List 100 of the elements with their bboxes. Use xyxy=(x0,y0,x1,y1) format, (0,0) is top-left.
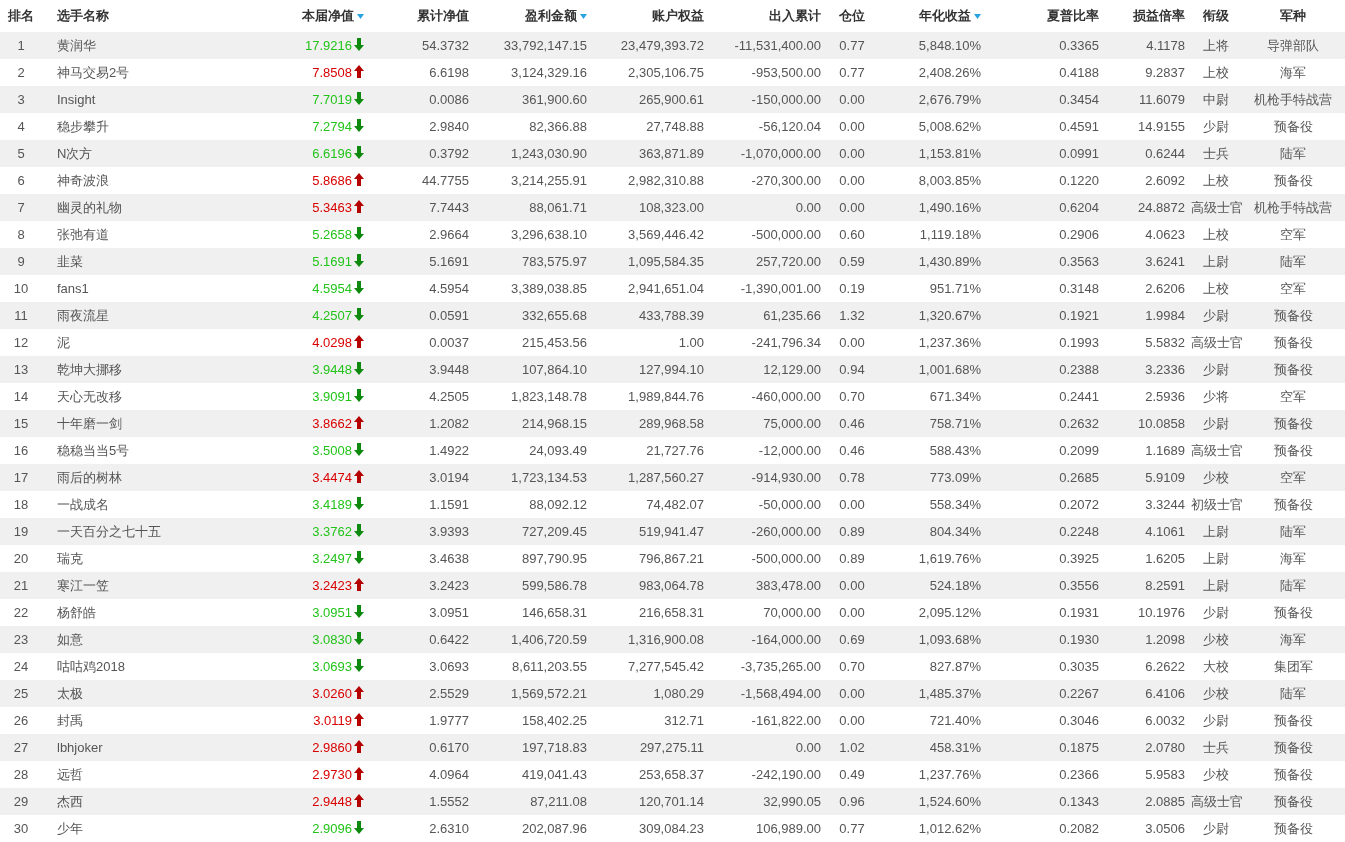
table-cell: 0.4188 xyxy=(1059,64,1099,80)
table-cell: 0.1930 xyxy=(1059,631,1099,647)
table-cell: 0.2072 xyxy=(1059,496,1099,512)
table-cell: 2.6092 xyxy=(1145,172,1185,188)
table-cell: -3,735,265.00 xyxy=(740,658,821,674)
rank: 13 xyxy=(13,361,29,377)
net-value: 3.9091 xyxy=(312,388,352,404)
column-header[interactable]: 年化收益 xyxy=(919,8,971,24)
player-name: 瑞克 xyxy=(57,550,83,566)
table-cell: 空军 xyxy=(1280,226,1306,242)
net-value: 2.9730 xyxy=(312,766,352,782)
net-value: 3.4189 xyxy=(312,496,352,512)
player-name: 幽灵的礼物 xyxy=(57,199,122,215)
table-cell: 202,087.96 xyxy=(521,820,587,836)
table-cell: 6.2622 xyxy=(1145,658,1185,674)
table-cell: 士兵 xyxy=(1203,145,1229,161)
table-cell: 预备役 xyxy=(1273,172,1313,188)
table-cell: 2.0885 xyxy=(1145,793,1185,809)
table-cell: -460,000.00 xyxy=(751,388,821,404)
table-cell: 士兵 xyxy=(1203,739,1229,755)
table-cell: 758.71% xyxy=(929,415,981,431)
rank: 12 xyxy=(13,334,29,350)
table-cell: 2.5936 xyxy=(1145,388,1185,404)
table-cell: 少尉 xyxy=(1203,712,1229,728)
table-cell: 0.78 xyxy=(839,469,865,485)
table-cell: 1.5552 xyxy=(429,793,469,809)
table-cell: 初级士官 xyxy=(1191,496,1243,512)
table-cell: 721.40% xyxy=(929,712,981,728)
sort-triangle-icon[interactable] xyxy=(357,14,364,20)
table-cell: 3,569,446.42 xyxy=(628,226,704,242)
column-header: 账户权益 xyxy=(652,8,704,24)
table-cell: -260,000.00 xyxy=(751,523,821,539)
table-cell: 9.2837 xyxy=(1145,64,1185,80)
table-cell: 257,720.00 xyxy=(755,253,821,269)
rank: 2 xyxy=(17,64,25,80)
table-cell: 0.00 xyxy=(839,91,865,107)
table-cell: 少尉 xyxy=(1203,604,1229,620)
net-value: 3.0951 xyxy=(312,604,352,620)
table-cell: 10.0858 xyxy=(1138,415,1185,431)
table-cell: 0.00 xyxy=(839,604,865,620)
table-cell: 0.00 xyxy=(839,577,865,593)
column-header: 出入累计 xyxy=(769,8,821,24)
table-cell: 1,095,584.35 xyxy=(628,253,704,269)
table-cell: 0.0086 xyxy=(429,91,469,107)
table-cell: 0.1220 xyxy=(1059,172,1099,188)
net-value: 3.2497 xyxy=(312,550,352,566)
table-cell: 4.0964 xyxy=(429,766,469,782)
net-value: 3.3762 xyxy=(312,523,352,539)
table-cell: 预备役 xyxy=(1273,820,1313,836)
table-cell: 332,655.68 xyxy=(521,307,587,323)
column-header: 选手名称 xyxy=(57,8,109,24)
table-cell: 导弹部队 xyxy=(1267,37,1319,53)
table-cell: 高级士官 xyxy=(1191,199,1243,215)
column-header: 夏普比率 xyxy=(1047,8,1099,24)
table-cell: 1.9984 xyxy=(1145,307,1185,323)
net-value: 5.3463 xyxy=(312,199,352,215)
table-cell: 0.3563 xyxy=(1059,253,1099,269)
column-header: 仓位 xyxy=(839,8,865,24)
table-cell: 0.2099 xyxy=(1059,442,1099,458)
table-cell: 0.1875 xyxy=(1059,739,1099,755)
net-value: 5.2658 xyxy=(312,226,352,242)
table-cell: 3.0506 xyxy=(1145,820,1185,836)
table-cell: 1,237.36% xyxy=(918,334,981,350)
table-cell: 289,968.58 xyxy=(638,415,704,431)
table-cell: 2.5529 xyxy=(429,685,469,701)
table-cell: 少校 xyxy=(1203,469,1229,485)
table-cell: 陆军 xyxy=(1280,145,1306,161)
table-cell: 558.34% xyxy=(929,496,981,512)
net-value: 3.2423 xyxy=(312,577,352,593)
table-cell: 1,320.67% xyxy=(918,307,981,323)
net-value: 2.9448 xyxy=(312,793,352,809)
table-cell: 0.1931 xyxy=(1059,604,1099,620)
table-cell: 3.0951 xyxy=(429,604,469,620)
table-cell: 预备役 xyxy=(1273,712,1313,728)
net-value: 5.1691 xyxy=(312,253,352,269)
rank: 27 xyxy=(13,739,29,755)
table-cell: 1,316,900.08 xyxy=(628,631,704,647)
column-header[interactable]: 盈利金额 xyxy=(525,8,577,24)
rank: 10 xyxy=(13,280,29,296)
net-value: 17.9216 xyxy=(305,37,352,53)
sort-triangle-icon[interactable] xyxy=(580,14,587,20)
table-cell: 0.3148 xyxy=(1059,280,1099,296)
column-header[interactable]: 本届净值 xyxy=(302,8,354,24)
table-cell: 1,989,844.76 xyxy=(628,388,704,404)
table-cell: 0.94 xyxy=(839,361,865,377)
table-cell: 大校 xyxy=(1203,658,1229,674)
sort-triangle-icon[interactable] xyxy=(974,14,981,20)
table-cell: 5,848.10% xyxy=(918,37,981,53)
table-cell: 312.71 xyxy=(664,712,704,728)
table-cell: 1,001.68% xyxy=(918,361,981,377)
table-cell: 3,296,638.10 xyxy=(511,226,587,242)
table-cell: 3,389,038.85 xyxy=(511,280,587,296)
player-name: 远哲 xyxy=(57,766,83,782)
table-cell: 上尉 xyxy=(1203,253,1229,269)
player-name: 十年磨一剑 xyxy=(57,415,122,431)
table-cell: 空军 xyxy=(1280,469,1306,485)
table-cell: 2,676.79% xyxy=(918,91,981,107)
table-cell: 0.0591 xyxy=(429,307,469,323)
table-cell: 0.3365 xyxy=(1059,37,1099,53)
rank: 19 xyxy=(13,523,29,539)
